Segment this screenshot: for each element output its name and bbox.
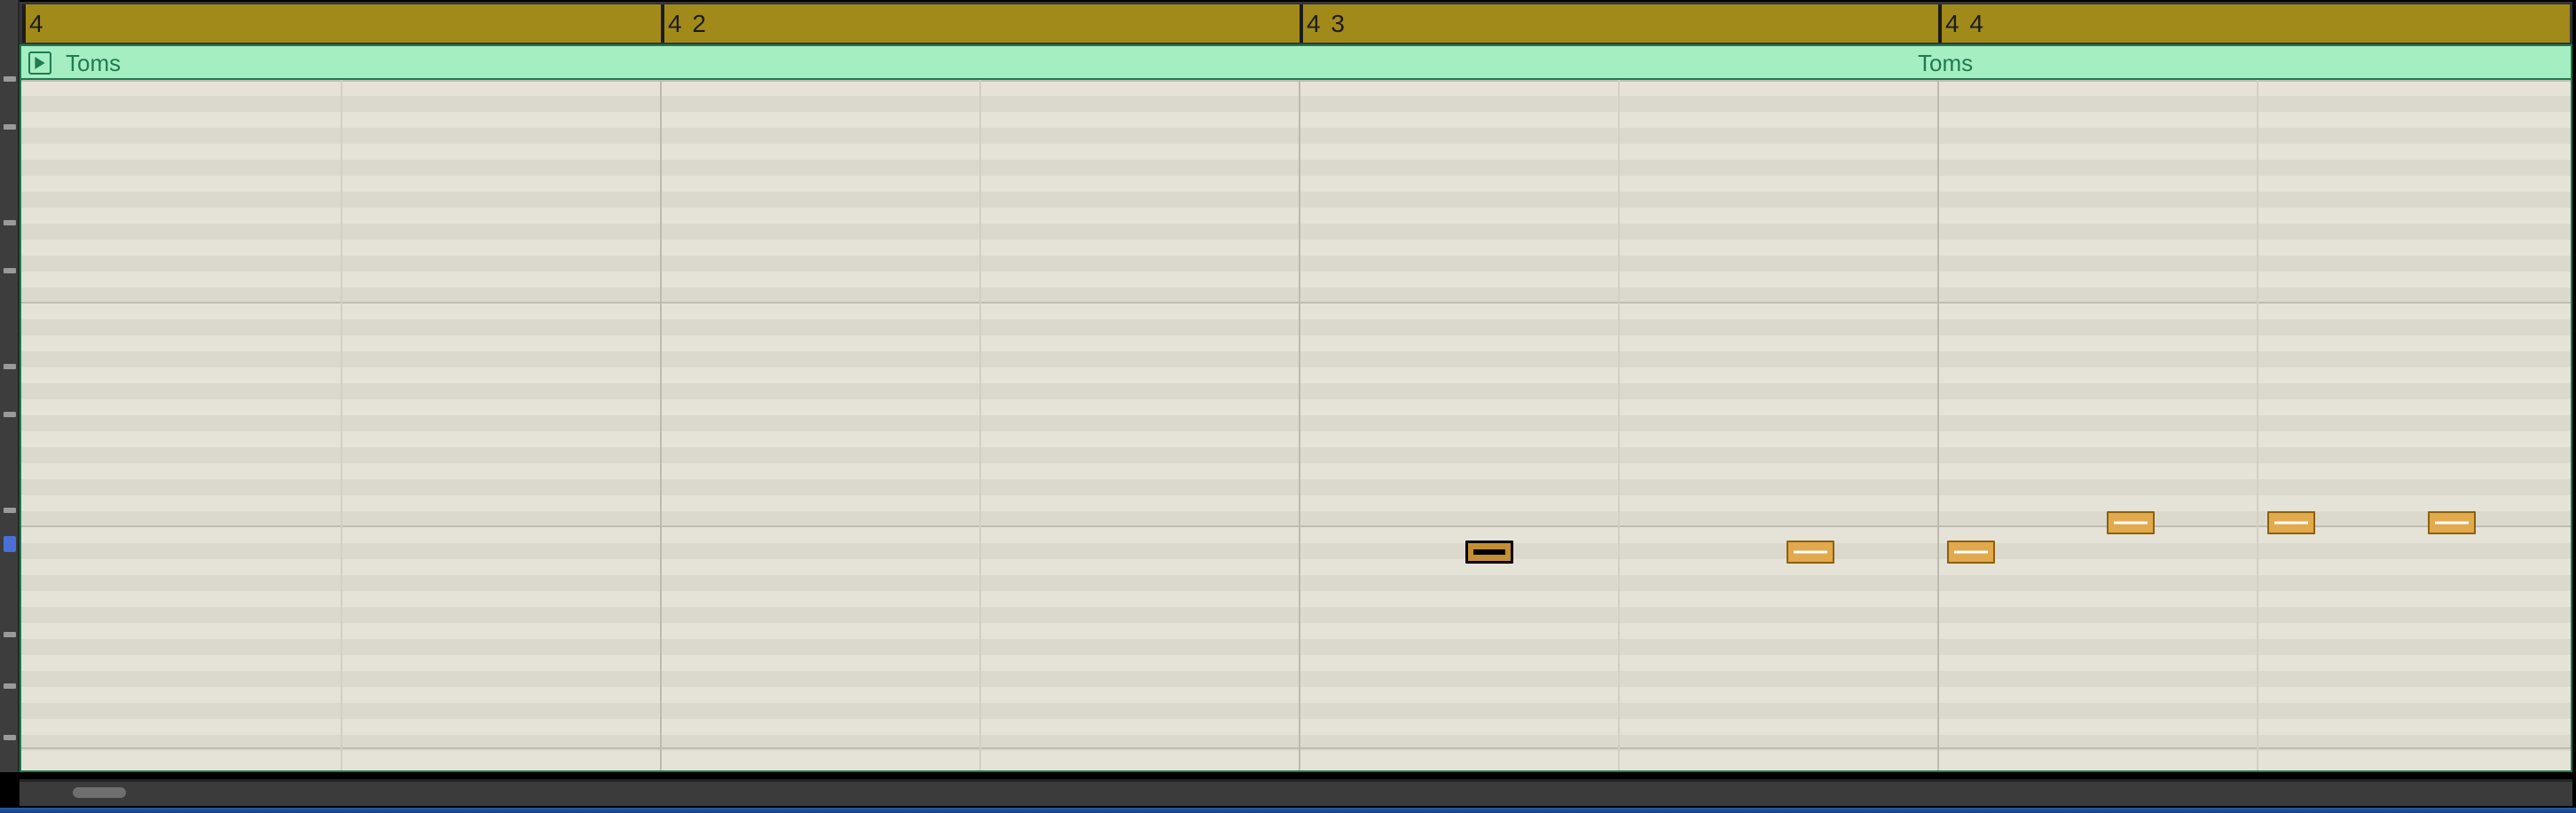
pitch-row bbox=[21, 367, 2571, 383]
piano-roll-key-gutter[interactable] bbox=[0, 0, 20, 772]
sub-gridline bbox=[341, 80, 342, 770]
horizontal-scrollbar-thumb[interactable] bbox=[73, 787, 126, 798]
pitch-row bbox=[21, 527, 2571, 543]
pitch-row bbox=[21, 304, 2571, 320]
clip-header[interactable]: Toms Toms bbox=[20, 44, 2572, 80]
ruler-beat-label: 4 2 bbox=[668, 10, 708, 38]
pitch-row bbox=[21, 607, 2571, 623]
pitch-row bbox=[21, 655, 2571, 671]
pitch-row bbox=[21, 703, 2571, 719]
pitch-row bbox=[21, 719, 2571, 735]
play-icon bbox=[34, 57, 46, 69]
midi-note[interactable] bbox=[2428, 511, 2476, 534]
pitch-row bbox=[21, 559, 2571, 575]
key-gutter-mark bbox=[4, 76, 16, 82]
midi-note-editor[interactable] bbox=[20, 80, 2572, 772]
key-gutter-mark bbox=[4, 364, 16, 369]
pitch-row bbox=[21, 320, 2571, 335]
pitch-row bbox=[21, 80, 2571, 96]
pitch-row bbox=[21, 399, 2571, 415]
pitch-row bbox=[21, 495, 2571, 511]
pitch-row bbox=[21, 687, 2571, 703]
key-gutter-mark bbox=[4, 735, 16, 740]
midi-note[interactable] bbox=[2107, 511, 2155, 534]
pitch-row bbox=[21, 128, 2571, 144]
pitch-row bbox=[21, 463, 2571, 479]
pitch-row bbox=[21, 256, 2571, 272]
pitch-row bbox=[21, 208, 2571, 224]
midi-note[interactable] bbox=[2267, 511, 2315, 534]
key-gutter-active-row bbox=[4, 536, 16, 552]
pitch-row bbox=[21, 240, 2571, 256]
pitch-row bbox=[21, 479, 2571, 495]
sub-gridline bbox=[1618, 80, 1620, 770]
pitch-row bbox=[21, 96, 2571, 112]
beat-gridline bbox=[1937, 80, 1939, 770]
midi-note[interactable] bbox=[1947, 541, 1995, 564]
sub-gridline bbox=[979, 80, 981, 770]
pitch-row bbox=[21, 144, 2571, 160]
key-gutter-mark bbox=[4, 268, 16, 273]
pitch-row bbox=[21, 543, 2571, 559]
key-gutter-mark bbox=[4, 412, 16, 417]
pitch-row bbox=[21, 591, 2571, 607]
midi-note[interactable] bbox=[1787, 541, 1834, 564]
beat-gridline bbox=[1299, 80, 1300, 770]
pitch-row bbox=[21, 224, 2571, 240]
pitch-row bbox=[21, 383, 2571, 399]
pitch-row bbox=[21, 671, 2571, 687]
pitch-row bbox=[21, 272, 2571, 288]
pitch-row bbox=[21, 623, 2571, 639]
key-gutter-mark bbox=[4, 683, 16, 689]
key-gutter-mark bbox=[4, 220, 16, 225]
pitch-row bbox=[21, 415, 2571, 431]
ruler-beat-tick bbox=[1938, 4, 1942, 43]
pitch-row bbox=[21, 575, 2571, 591]
clip-name-right: Toms bbox=[1918, 50, 1973, 77]
horizontal-scrollbar-track[interactable] bbox=[20, 779, 2572, 806]
midi-note[interactable] bbox=[1465, 541, 1513, 564]
pitch-row bbox=[21, 639, 2571, 655]
window-bottom-accent bbox=[0, 808, 2576, 813]
timeline-ruler[interactable]: 4 4 2 4 3 4 4 bbox=[20, 2, 2572, 44]
pitch-row bbox=[21, 431, 2571, 447]
pitch-row bbox=[21, 335, 2571, 351]
beat-gridline bbox=[660, 80, 662, 770]
ruler-beat-tick bbox=[661, 4, 664, 43]
key-gutter-mark bbox=[4, 508, 16, 513]
clip-name-left: Toms bbox=[66, 50, 121, 77]
key-gutter-mark bbox=[4, 124, 16, 130]
pitch-group-separator bbox=[21, 302, 2571, 304]
pitch-group-separator bbox=[21, 747, 2571, 749]
pitch-group-separator bbox=[21, 80, 2571, 82]
pitch-row bbox=[21, 192, 2571, 208]
pitch-row bbox=[21, 160, 2571, 176]
ruler-beat-label: 4 4 bbox=[1945, 10, 1985, 38]
pitch-group-separator bbox=[21, 525, 2571, 527]
clip-play-button[interactable] bbox=[28, 51, 51, 75]
pitch-row bbox=[21, 447, 2571, 463]
pitch-row bbox=[21, 176, 2571, 192]
key-gutter-mark bbox=[4, 632, 16, 637]
ruler-beat-label: 4 3 bbox=[1307, 10, 1347, 38]
ruler-beat-tick bbox=[1300, 4, 1303, 43]
sub-gridline bbox=[2257, 80, 2258, 770]
ruler-bar-label: 4 bbox=[29, 10, 45, 38]
pitch-row bbox=[21, 351, 2571, 367]
pitch-row bbox=[21, 112, 2571, 128]
